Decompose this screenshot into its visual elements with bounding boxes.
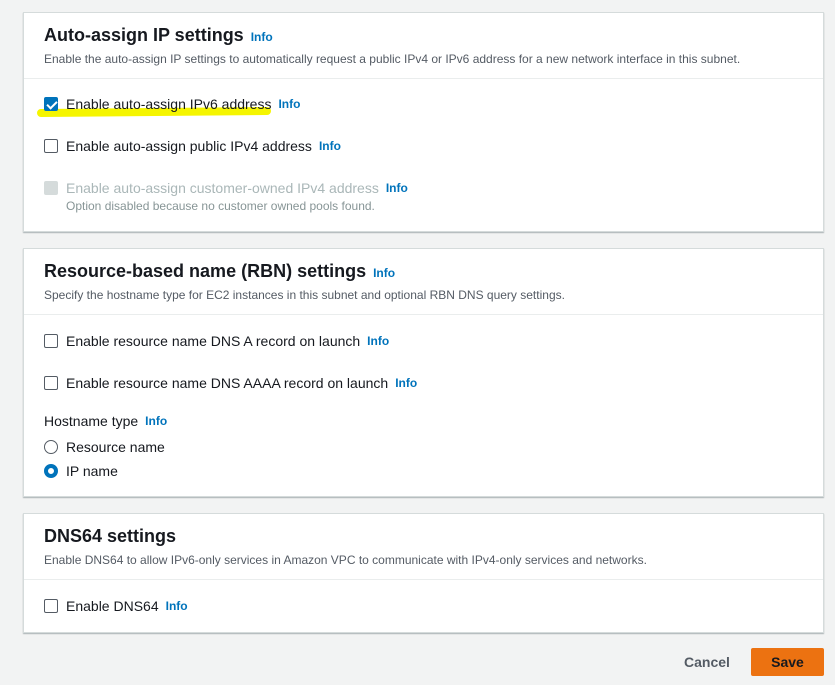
ipv4-checkbox[interactable] — [44, 139, 58, 153]
resource-name-label[interactable]: Resource name — [66, 439, 165, 455]
ip-name-label[interactable]: IP name — [66, 463, 118, 479]
customer-owned-label: Enable auto-assign customer-owned IPv4 a… — [66, 180, 379, 196]
auto-assign-ip-info-link[interactable]: Info — [251, 30, 273, 44]
radio-ip-name[interactable]: IP name — [44, 463, 118, 479]
dns-aaaa-checkbox[interactable] — [44, 376, 58, 390]
rbn-panel: Resource-based name (RBN) settings Info S… — [23, 248, 824, 497]
dns64-header: DNS64 settings Enable DNS64 to allow IPv… — [24, 514, 823, 580]
dns-a-option[interactable]: Enable resource name DNS A record on lau… — [44, 333, 389, 349]
dns64-title: DNS64 settings — [44, 526, 177, 546]
hostname-type-label: Hostname type — [44, 413, 139, 429]
dns64-checkbox[interactable] — [44, 599, 58, 613]
hostname-type-field: Hostname type Info — [44, 413, 167, 429]
dns64-option[interactable]: Enable DNS64 Info — [44, 598, 188, 614]
radio-resource-name[interactable]: Resource name — [44, 439, 165, 455]
save-button[interactable]: Save — [751, 648, 824, 676]
customer-owned-note: Option disabled because no customer owne… — [66, 199, 375, 213]
ipv6-label[interactable]: Enable auto-assign IPv6 address — [66, 96, 271, 112]
cancel-button[interactable]: Cancel — [668, 648, 746, 676]
dns-aaaa-label[interactable]: Enable resource name DNS AAAA record on … — [66, 375, 388, 391]
dns-a-label[interactable]: Enable resource name DNS A record on lau… — [66, 333, 360, 349]
ipv4-info-link[interactable]: Info — [319, 139, 341, 153]
dns-a-info-link[interactable]: Info — [367, 334, 389, 348]
auto-assign-ip-title: Auto-assign IP settings — [44, 25, 244, 45]
auto-assign-ip-description: Enable the auto-assign IP settings to au… — [44, 52, 741, 66]
dns-aaaa-option[interactable]: Enable resource name DNS AAAA record on … — [44, 375, 417, 391]
rbn-info-link[interactable]: Info — [373, 266, 395, 280]
dns-aaaa-info-link[interactable]: Info — [395, 376, 417, 390]
ipv6-option[interactable]: Enable auto-assign IPv6 address Info — [44, 96, 300, 112]
ipv6-checkbox[interactable] — [44, 97, 58, 111]
dns-a-checkbox[interactable] — [44, 334, 58, 348]
dns64-label[interactable]: Enable DNS64 — [66, 598, 159, 614]
ip-name-radio[interactable] — [44, 464, 58, 478]
ipv6-info-link[interactable]: Info — [278, 97, 300, 111]
customer-owned-info-link[interactable]: Info — [386, 181, 408, 195]
dns64-panel: DNS64 settings Enable DNS64 to allow IPv… — [23, 513, 824, 633]
ipv4-label[interactable]: Enable auto-assign public IPv4 address — [66, 138, 312, 154]
ipv4-option[interactable]: Enable auto-assign public IPv4 address I… — [44, 138, 341, 154]
customer-owned-checkbox — [44, 181, 58, 195]
rbn-header: Resource-based name (RBN) settings Info S… — [24, 249, 823, 315]
resource-name-radio[interactable] — [44, 440, 58, 454]
hostname-type-info-link[interactable]: Info — [145, 414, 167, 428]
dns64-info-link[interactable]: Info — [166, 599, 188, 613]
rbn-title: Resource-based name (RBN) settings — [44, 261, 367, 281]
auto-assign-ip-header: Auto-assign IP settings Info Enable the a… — [24, 13, 823, 79]
rbn-description: Specify the hostname type for EC2 instan… — [44, 288, 565, 302]
customer-owned-option: Enable auto-assign customer-owned IPv4 a… — [44, 180, 408, 196]
dns64-description: Enable DNS64 to allow IPv6-only services… — [44, 553, 647, 567]
